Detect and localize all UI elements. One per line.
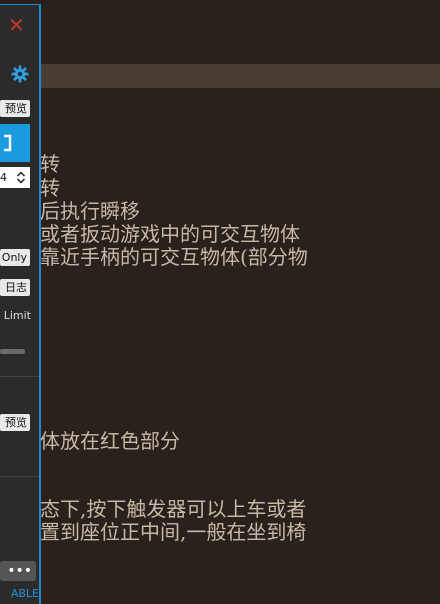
chevron-up-icon[interactable] xyxy=(16,170,26,185)
close-icon[interactable]: ✕ xyxy=(8,15,25,35)
more-icon[interactable]: ••• xyxy=(0,561,36,581)
chevron-down-icon xyxy=(16,178,26,184)
stepper-value: 4 xyxy=(0,171,7,184)
bracket-icon[interactable] xyxy=(0,124,30,162)
preview-button-2[interactable]: 预览 xyxy=(0,414,30,431)
footer-label[interactable]: ABLE xyxy=(0,587,39,600)
header-bar xyxy=(0,64,440,88)
text-line-8: 置重置到座位正中间,一般在坐到椅 xyxy=(0,520,307,544)
value-stepper[interactable]: 4 xyxy=(0,167,30,188)
divider xyxy=(0,476,39,477)
only-button[interactable]: Only xyxy=(0,249,30,266)
divider xyxy=(0,376,39,377)
slider-track[interactable] xyxy=(0,349,25,354)
text-line-5: 使用靠近手柄的可交互物体(部分物 xyxy=(0,245,308,269)
text-line-7: 的状态下,按下触发器可以上车或者 xyxy=(0,497,307,521)
log-button[interactable]: 日志 xyxy=(0,279,30,296)
limit-label: Limit xyxy=(3,309,31,322)
preview-button-1[interactable]: 预览 xyxy=(0,100,30,117)
text-line-4: 拿取或者扳动游戏中的可交互物体 xyxy=(0,222,300,246)
side-panel: ✕ 预览 4 Only 日志 Limit 预览 ••• ABLE xyxy=(0,4,41,604)
gear-icon[interactable] xyxy=(11,65,29,83)
